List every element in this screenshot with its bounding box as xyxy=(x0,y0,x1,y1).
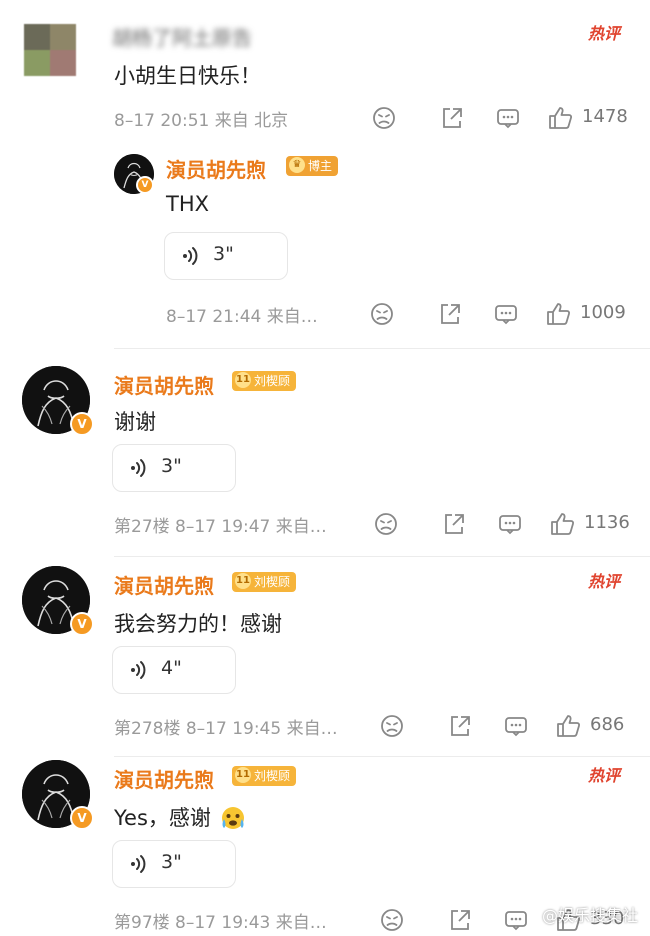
share-icon[interactable] xyxy=(436,300,464,328)
verified-badge: V xyxy=(136,176,154,194)
medal-icon: 11 xyxy=(235,372,251,388)
divider xyxy=(114,756,650,757)
comment-text: Yes，感谢 xyxy=(114,802,248,832)
verified-badge: V xyxy=(70,806,94,830)
voice-duration: 4" xyxy=(161,657,182,679)
fan-badge-label: 刘楔顾 xyxy=(254,374,291,388)
comment-meta: 第27楼 8–17 19:47 来自… xyxy=(114,517,327,537)
comment-icon[interactable] xyxy=(496,510,524,538)
fan-badge: 11 刘楔顾 xyxy=(232,371,297,391)
hot-comment-badge: 热评 xyxy=(587,766,623,785)
verified-badge: V xyxy=(70,412,94,436)
username[interactable]: 演员胡先煦 xyxy=(114,370,214,399)
voice-duration: 3" xyxy=(161,455,182,477)
voice-duration: 3" xyxy=(161,851,182,873)
like-count: 1009 xyxy=(580,302,626,323)
username[interactable]: 演员胡先煦 xyxy=(114,764,214,793)
medal-icon: 11 xyxy=(235,767,251,783)
voice-wave-icon xyxy=(131,661,146,679)
like-icon[interactable] xyxy=(544,300,572,328)
voice-message[interactable]: 3" xyxy=(164,232,288,280)
like-icon[interactable] xyxy=(548,510,576,538)
voice-wave-icon xyxy=(131,459,146,477)
divider xyxy=(114,348,650,349)
like-icon[interactable] xyxy=(546,104,574,132)
avatar-blurred[interactable] xyxy=(24,24,76,76)
username[interactable]: 演员胡先煦 xyxy=(114,570,214,599)
comment-icon[interactable] xyxy=(502,712,530,740)
voice-duration: 3" xyxy=(213,243,234,265)
share-icon[interactable] xyxy=(438,104,466,132)
comment-icon[interactable] xyxy=(502,906,530,934)
like-count: 686 xyxy=(590,714,625,735)
dislike-icon[interactable] xyxy=(378,906,406,934)
fan-badge-label: 刘楔顾 xyxy=(254,575,291,589)
share-icon[interactable] xyxy=(446,712,474,740)
comment-text: 谢谢 xyxy=(114,410,156,434)
svg-text:热评: 热评 xyxy=(587,766,623,785)
comment-text: THX xyxy=(166,192,210,216)
blogger-badge: ♛ 博主 xyxy=(286,156,339,176)
dislike-icon[interactable] xyxy=(368,300,396,328)
voice-message[interactable]: 3" xyxy=(112,444,236,492)
fan-badge: 11 刘楔顾 xyxy=(232,572,297,592)
voice-message[interactable]: 4" xyxy=(112,646,236,694)
comment-text-body: Yes，感谢 xyxy=(114,806,211,830)
hot-comment-badge: 热评 xyxy=(587,572,623,591)
medal-icon: 11 xyxy=(235,573,251,589)
fan-badge: 11 刘楔顾 xyxy=(232,766,297,786)
like-count: 1478 xyxy=(582,106,628,127)
fan-badge-label: 刘楔顾 xyxy=(254,769,291,783)
voice-message[interactable]: 3" xyxy=(112,840,236,888)
comment-text: 我会努力的！感谢 xyxy=(114,612,282,636)
like-count: 1136 xyxy=(584,512,630,533)
crying-emoji-icon xyxy=(221,807,244,829)
comment-meta: 第97楼 8–17 19:43 来自… xyxy=(114,913,327,933)
svg-text:热评: 热评 xyxy=(587,24,623,43)
username[interactable]: 演员胡先煦 xyxy=(166,154,266,183)
watermark: @娱乐搜集社 xyxy=(541,906,638,925)
like-icon[interactable] xyxy=(554,712,582,740)
share-icon[interactable] xyxy=(446,906,474,934)
dislike-icon[interactable] xyxy=(378,712,406,740)
blogger-badge-label: 博主 xyxy=(308,159,333,173)
divider xyxy=(114,556,650,557)
dislike-icon[interactable] xyxy=(372,510,400,538)
comment-icon[interactable] xyxy=(492,300,520,328)
share-icon[interactable] xyxy=(440,510,468,538)
verified-badge: V xyxy=(70,612,94,636)
comment-meta: 8–17 21:44 来自… xyxy=(166,307,318,327)
voice-wave-icon xyxy=(131,855,146,873)
comment-meta: 8–17 20:51 来自 北京 xyxy=(114,111,289,131)
hot-comment-badge: 热评 xyxy=(587,24,623,43)
username-blurred[interactable]: 胡杨了阿土原告 xyxy=(112,22,252,51)
voice-wave-icon xyxy=(183,247,198,265)
comment-icon[interactable] xyxy=(494,104,522,132)
comment-meta: 第278楼 8–17 19:45 来自… xyxy=(114,719,338,739)
crown-icon: ♛ xyxy=(289,157,305,173)
dislike-icon[interactable] xyxy=(370,104,398,132)
comment-text: 小胡生日快乐！ xyxy=(114,64,261,88)
svg-text:热评: 热评 xyxy=(587,572,623,591)
